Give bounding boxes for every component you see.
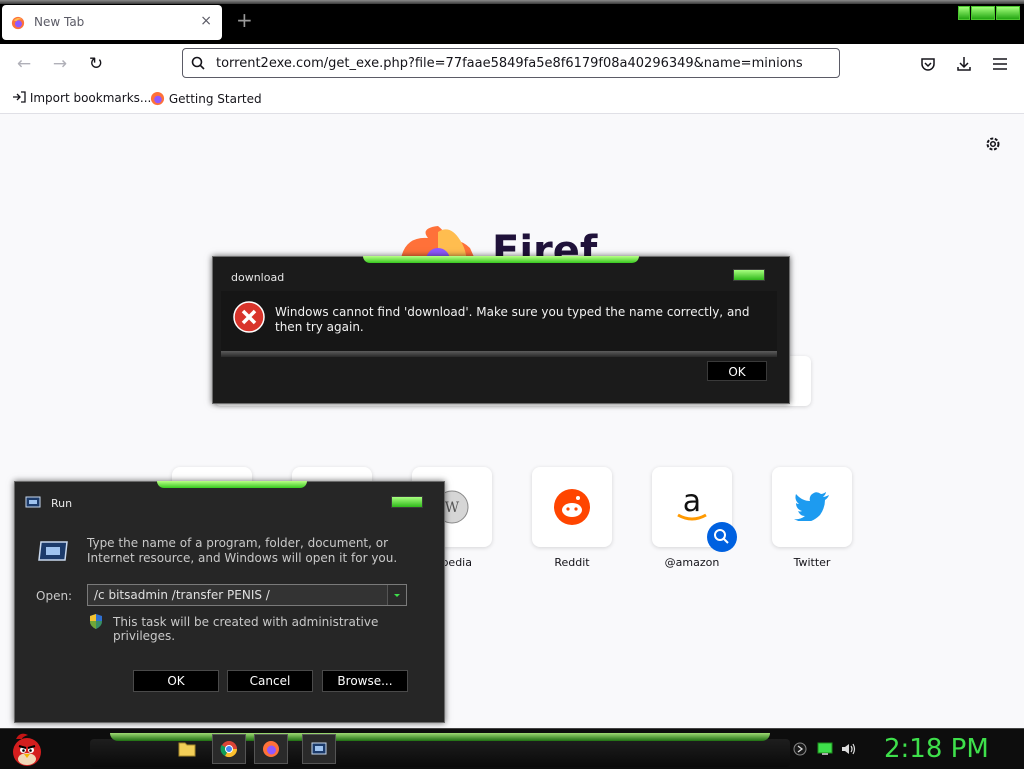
run-icon: [38, 541, 68, 561]
forward-button[interactable]: →: [50, 54, 70, 74]
shortcut-reddit[interactable]: [532, 467, 612, 547]
bookmark-label: Import bookmarks...: [29, 91, 152, 105]
titlebar-glow: [157, 481, 307, 488]
svg-text:W: W: [445, 500, 460, 516]
dropdown-button[interactable]: [387, 585, 406, 605]
bookmark-getting-started[interactable]: Getting Started: [150, 91, 262, 106]
shortcut-label: @amazon: [664, 556, 720, 569]
search-icon: [191, 56, 205, 70]
search-icon: [707, 522, 737, 552]
close-dialog-button[interactable]: [733, 269, 765, 281]
admin-note: This task will be created with administr…: [113, 615, 379, 643]
back-button[interactable]: ←: [14, 54, 34, 74]
close-window-button[interactable]: [996, 6, 1020, 20]
shield-icon: [90, 614, 102, 629]
navigation-toolbar: ← → ↻ torrent2exe.com/get_exe.php?file=7…: [0, 44, 1024, 85]
taskbar-folder[interactable]: [170, 734, 204, 764]
taskbar-glow: [110, 733, 770, 741]
error-icon: [233, 301, 265, 333]
open-input-value: /c bitsadmin /transfer PENIS /: [94, 588, 270, 602]
run-icon: [25, 496, 41, 508]
gear-icon[interactable]: [984, 135, 1002, 153]
run-icon: [311, 742, 327, 755]
firefox-icon: [263, 741, 279, 757]
run-dialog: Run Type the name of a program, folder, …: [14, 481, 445, 723]
monitor-icon[interactable]: [817, 742, 833, 756]
pocket-icon[interactable]: [918, 54, 938, 74]
firefox-icon: [150, 91, 165, 106]
dialog-separator: [221, 351, 777, 357]
volume-icon[interactable]: [841, 742, 857, 756]
tab-close-button[interactable]: ×: [200, 13, 212, 29]
import-icon: [13, 91, 26, 103]
dialog-title: Run: [51, 497, 73, 510]
window-top-border: [0, 0, 1024, 4]
run-description: Type the name of a program, folder, docu…: [87, 536, 398, 565]
minimize-button[interactable]: [958, 6, 970, 20]
svg-text:a: a: [683, 485, 701, 519]
url-bar[interactable]: torrent2exe.com/get_exe.php?file=77faae5…: [182, 48, 840, 78]
error-message: Windows cannot find 'download'. Make sur…: [275, 305, 750, 334]
new-tab-button[interactable]: +: [236, 10, 253, 30]
downloads-icon[interactable]: [954, 54, 974, 74]
ok-button[interactable]: OK: [133, 670, 219, 692]
menu-icon[interactable]: [990, 54, 1010, 74]
tab-title: New Tab: [34, 15, 85, 29]
taskbar-chrome[interactable]: [212, 734, 246, 764]
tab-new-tab[interactable]: New Tab ×: [2, 5, 222, 40]
dialog-title: download: [231, 271, 285, 284]
error-dialog: download Windows cannot find 'download'.…: [212, 256, 790, 404]
network-icon[interactable]: [792, 742, 808, 756]
maximize-button[interactable]: [971, 6, 995, 20]
shortcut-label: Twitter: [793, 556, 831, 569]
twitter-icon: [794, 492, 829, 521]
reddit-icon: [554, 489, 590, 525]
close-dialog-button[interactable]: [391, 496, 423, 508]
bookmark-import[interactable]: Import bookmarks...: [12, 91, 151, 105]
chrome-icon: [220, 741, 238, 758]
reload-button[interactable]: ↻: [86, 54, 106, 74]
open-label: Open:: [36, 589, 73, 603]
amazon-icon: a: [677, 485, 707, 521]
taskbar-clock[interactable]: 2:18 PM: [884, 734, 989, 764]
bookmarks-toolbar: Import bookmarks... Getting Started: [0, 85, 1024, 114]
folder-icon: [178, 742, 196, 757]
window-controls[interactable]: [958, 4, 1020, 20]
bookmark-label: Getting Started: [168, 92, 262, 106]
start-button-angry-bird-icon[interactable]: [8, 731, 46, 767]
titlebar-glow: [363, 256, 639, 263]
ok-button[interactable]: OK: [707, 361, 767, 381]
chevron-down-icon: [394, 594, 400, 597]
taskbar-firefox[interactable]: [254, 734, 288, 764]
cancel-button[interactable]: Cancel: [227, 670, 313, 692]
tab-strip: New Tab × +: [0, 0, 1024, 44]
firefox-icon: [11, 16, 25, 30]
taskbar-run[interactable]: [302, 734, 336, 764]
browse-button[interactable]: Browse...: [322, 670, 408, 692]
open-combobox[interactable]: /c bitsadmin /transfer PENIS /: [87, 584, 407, 606]
url-text: torrent2exe.com/get_exe.php?file=77faae5…: [216, 56, 803, 71]
shortcut-amazon[interactable]: a: [652, 467, 737, 552]
shortcut-label: Reddit: [554, 556, 590, 569]
shortcut-twitter[interactable]: [772, 467, 852, 547]
taskbar: [0, 728, 1024, 769]
